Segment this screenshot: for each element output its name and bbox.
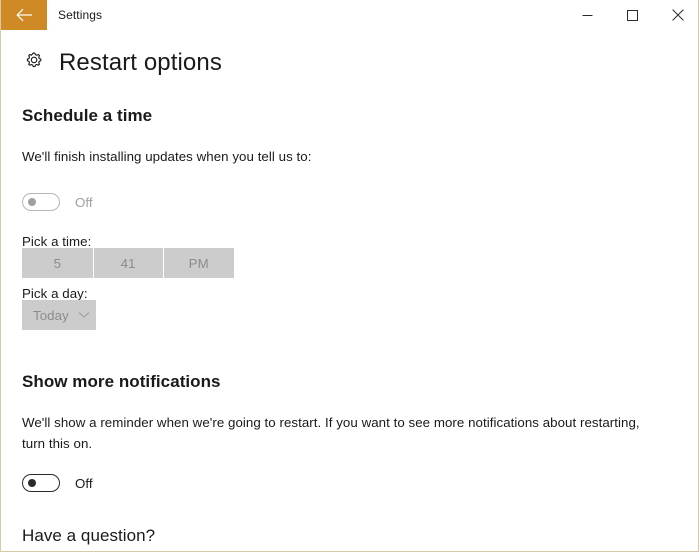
maximize-button[interactable] (610, 0, 655, 30)
minimize-icon (582, 10, 593, 21)
schedule-time-toggle[interactable]: Off (22, 193, 93, 211)
time-picker[interactable]: 5 41 PM (22, 248, 234, 278)
close-icon (671, 9, 684, 21)
minimize-button[interactable] (565, 0, 610, 30)
settings-window: Settings Restart options Schedule a time… (0, 0, 699, 552)
title-bar: Settings (1, 0, 698, 30)
day-dropdown[interactable]: Today (22, 300, 96, 330)
time-picker-period[interactable]: PM (163, 248, 234, 278)
toggle-knob (28, 479, 36, 487)
toggle-track (22, 193, 60, 211)
schedule-section-description: We'll finish installing updates when you… (22, 149, 312, 164)
show-more-notifications-toggle[interactable]: Off (22, 474, 93, 492)
title-bar-spacer (102, 0, 565, 30)
back-arrow-icon (15, 8, 33, 22)
time-picker-hour[interactable]: 5 (22, 248, 93, 278)
chevron-down-icon (78, 306, 90, 324)
schedule-time-toggle-label: Off (75, 194, 93, 210)
toggle-knob (28, 198, 36, 206)
window-title: Settings (58, 8, 103, 22)
page-header: Restart options (22, 48, 222, 78)
maximize-icon (627, 9, 638, 21)
page-title: Restart options (59, 49, 222, 76)
back-button[interactable] (1, 0, 47, 30)
time-picker-minute[interactable]: 41 (92, 248, 164, 278)
day-dropdown-value: Today (33, 307, 69, 323)
notifications-section-heading: Show more notifications (22, 372, 221, 391)
schedule-section-heading: Schedule a time (22, 106, 153, 125)
gear-icon (22, 49, 45, 77)
close-button[interactable] (655, 0, 698, 30)
have-a-question-heading: Have a question? (22, 526, 156, 545)
notifications-section-description: We'll show a reminder when we're going t… (22, 415, 640, 451)
page-content: Restart options Schedule a time We'll fi… (1, 30, 698, 551)
toggle-track (22, 474, 60, 492)
show-more-notifications-toggle-label: Off (75, 475, 93, 491)
